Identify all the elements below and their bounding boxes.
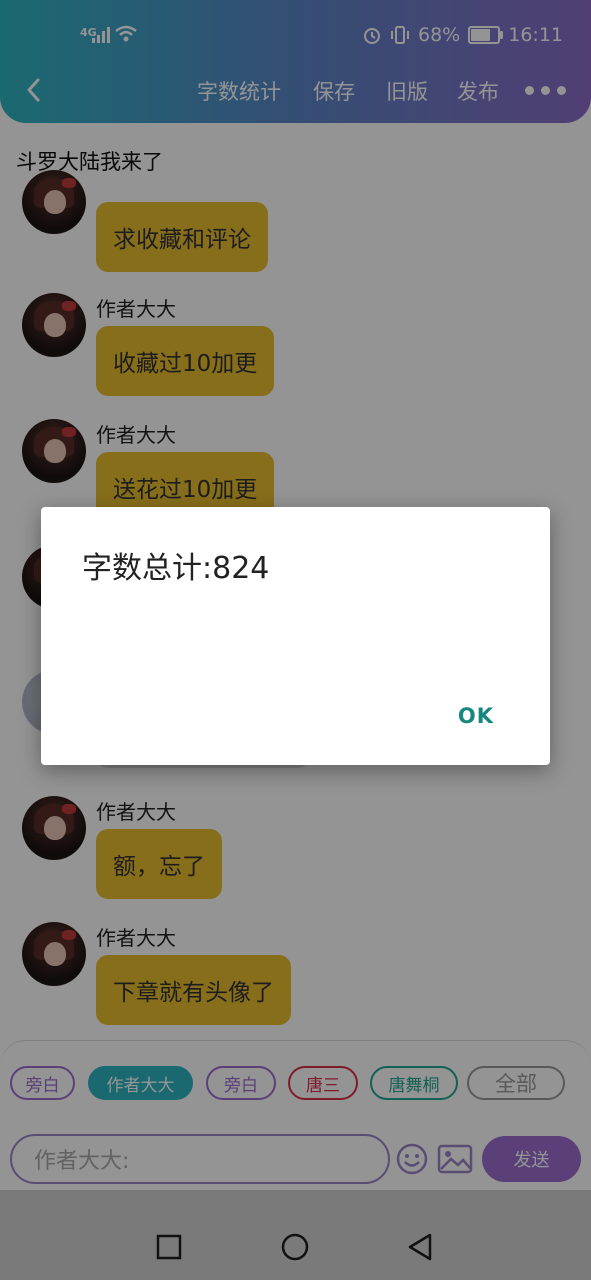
dialog-ok-button[interactable]: OK bbox=[458, 704, 494, 728]
triangle-back-icon[interactable] bbox=[403, 1230, 437, 1264]
circle-icon[interactable] bbox=[278, 1230, 312, 1264]
word-count-dialog: 字数总计:824 OK bbox=[41, 507, 550, 765]
dialog-message: 字数总计:824 bbox=[82, 551, 270, 586]
square-icon[interactable] bbox=[152, 1230, 186, 1264]
